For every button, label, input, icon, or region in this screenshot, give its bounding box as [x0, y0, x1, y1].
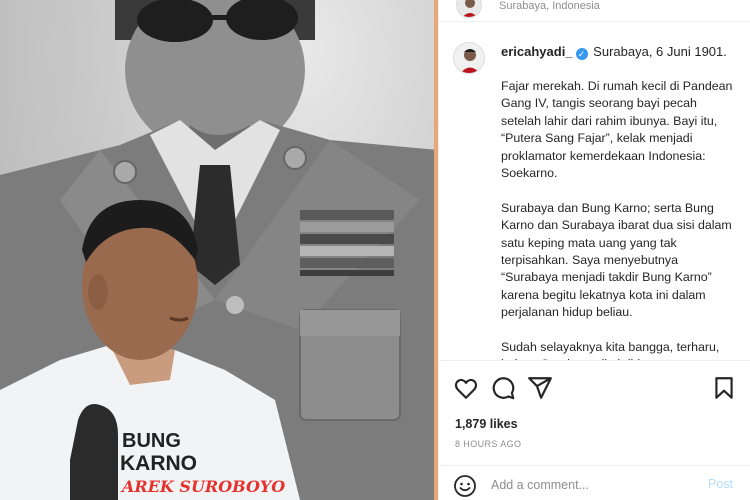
caption-first-line: Surabaya, 6 Juni 1901. [593, 44, 727, 59]
post-side-panel: Surabaya, Indonesia ericahyadi_ ✓ Surabay… [438, 0, 750, 500]
comment-icon[interactable] [490, 375, 516, 401]
caption-text: Fajar merekah. Di rumah kecil di Pandean… [501, 78, 733, 360]
emoji-icon[interactable] [453, 474, 477, 498]
share-icon[interactable] [527, 375, 553, 401]
caption-paragraph: Surabaya dan Bung Karno; serta Bung Karn… [501, 200, 732, 320]
post-actions: 1,879 likes 8 HOURS AGO Post [439, 360, 750, 500]
medal-ribbons [300, 210, 394, 276]
post-timestamp[interactable]: 8 HOURS AGO [455, 439, 521, 449]
shirt-text-line1: BUNG [122, 430, 181, 452]
post-photo[interactable]: BUNG KARNO AREK SUROBOYO [0, 0, 438, 500]
caption-paragraph: Fajar merekah. Di rumah kecil di Pandean… [501, 79, 733, 181]
photo-illustration: BUNG KARNO AREK SUROBOYO [0, 0, 438, 500]
caption-paragraph: Sudah selayaknya kita bangga, terharu, b… [501, 340, 720, 360]
header-avatar[interactable] [456, 0, 482, 18]
shirt-text-line2: KARNO [120, 452, 197, 475]
caption-header: ericahyadi_ ✓ Surabaya, 6 Juni 1901. [501, 44, 727, 60]
comment-bar: Post [439, 465, 750, 500]
comment-input[interactable] [491, 476, 691, 494]
avatar-image [454, 43, 484, 73]
heart-icon[interactable] [453, 375, 479, 401]
bookmark-icon[interactable] [711, 375, 737, 401]
post-comment-button[interactable]: Post [708, 477, 733, 491]
likes-count[interactable]: 1,879 likes [455, 417, 518, 431]
post-location[interactable]: Surabaya, Indonesia [499, 0, 600, 12]
post-header: Surabaya, Indonesia [439, 0, 750, 22]
caption-area: ericahyadi_ ✓ Surabaya, 6 Juni 1901. Faja… [439, 22, 750, 360]
verified-badge-icon: ✓ [575, 48, 588, 60]
shirt-text-line3: AREK SUROBOYO [120, 477, 285, 496]
username[interactable]: ericahyadi_ [501, 44, 573, 59]
avatar-image [457, 0, 481, 17]
caption-avatar[interactable] [453, 42, 485, 74]
